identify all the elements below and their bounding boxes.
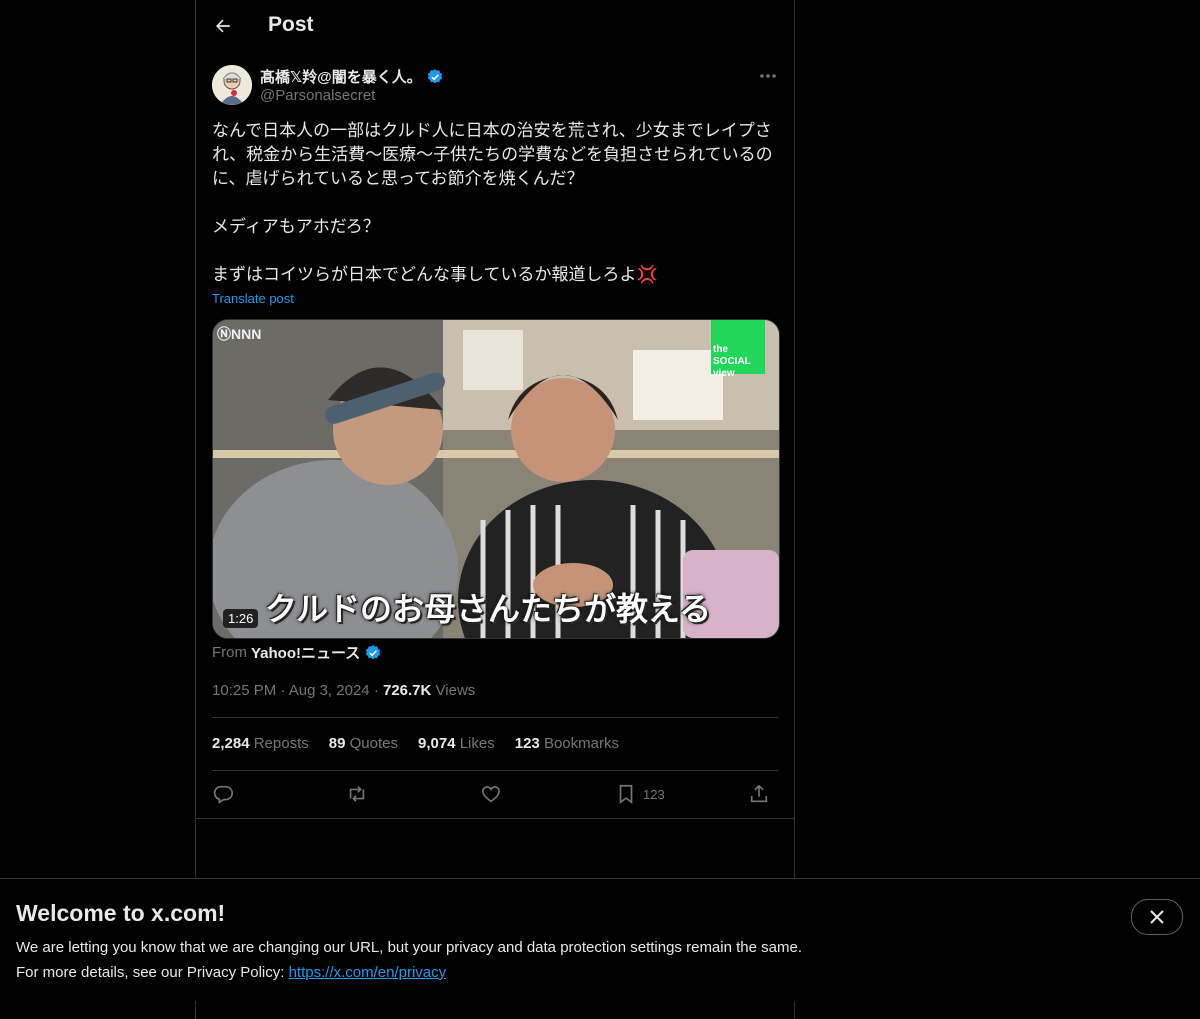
engagement-stats: 2,284 Reposts 89 Quotes 9,074 Likes 123 … — [212, 735, 619, 752]
views-label: Views — [435, 682, 476, 699]
news-logo: ⓃNNN — [217, 326, 262, 342]
bookmark-icon — [615, 783, 637, 805]
banner-line-2: For more details, see our Privacy Policy… — [16, 960, 802, 985]
translate-link[interactable]: Translate post — [212, 291, 294, 306]
like-icon[interactable] — [480, 781, 502, 807]
divider — [196, 818, 794, 819]
source-prefix: From — [212, 644, 247, 661]
quotes-stat[interactable]: 89 Quotes — [329, 735, 398, 752]
video-caption: クルドのお母さんたちが教える — [265, 591, 712, 627]
bookmark-button[interactable]: 123 — [615, 781, 665, 807]
post-date[interactable]: Aug 3, 2024 — [289, 682, 370, 699]
likes-stat[interactable]: 9,074 Likes — [418, 735, 495, 752]
welcome-banner: Welcome to x.com! We are letting you kno… — [0, 878, 1200, 1001]
bookmarks-stat[interactable]: 123 Bookmarks — [515, 735, 619, 752]
post-meta: 10:25 PM · Aug 3, 2024 · 726.7K Views — [212, 682, 475, 699]
back-arrow-icon[interactable] — [206, 9, 240, 43]
share-icon[interactable] — [748, 781, 770, 807]
post-time[interactable]: 10:25 PM — [212, 682, 276, 699]
author-handle[interactable]: @Parsonalsecret — [260, 87, 375, 104]
divider — [212, 717, 778, 718]
corner-badge: the SOCIAL view — [711, 320, 765, 379]
source-name[interactable]: Yahoo!ニュース — [251, 642, 360, 663]
post-column: Post 髙橋𝕏羚@闇を暴く人。 @Parsonalsecret なんで日本人の… — [195, 0, 795, 1019]
reposts-stat[interactable]: 2,284 Reposts — [212, 735, 309, 752]
action-bar: 123 — [212, 781, 778, 807]
verified-badge-icon — [364, 644, 382, 662]
avatar[interactable] — [212, 65, 252, 105]
close-icon[interactable] — [1131, 899, 1183, 935]
video-duration: 1:26 — [223, 609, 259, 628]
page-title: Post — [268, 13, 314, 36]
bookmark-count: 123 — [643, 786, 665, 802]
repost-icon[interactable] — [346, 781, 368, 807]
author-name[interactable]: 髙橋𝕏羚@闇を暴く人。 — [260, 66, 444, 87]
video-media[interactable]: ⓃNNN the SOCIAL view 1:26 クルドのお母さんたちが教える — [212, 319, 780, 639]
meta-separator: · — [280, 682, 286, 699]
verified-badge-icon — [426, 68, 444, 86]
meta-separator: · — [373, 682, 379, 699]
divider — [212, 770, 778, 771]
reply-icon[interactable] — [212, 781, 234, 807]
header: Post — [196, 0, 794, 53]
privacy-policy-link[interactable]: https://x.com/en/privacy — [289, 964, 447, 981]
banner-line-2-prefix: For more details, see our Privacy Policy… — [16, 964, 289, 981]
banner-title: Welcome to x.com! — [16, 900, 226, 926]
views-count: 726.7K — [382, 682, 432, 699]
post-text: なんで日本人の一部はクルド人に日本の治安を荒され、少女までレイプされ、税金から生… — [212, 121, 773, 284]
banner-line-1: We are letting you know that we are chan… — [16, 939, 802, 956]
more-icon[interactable] — [756, 64, 780, 88]
source-line: From Yahoo!ニュース — [212, 642, 382, 663]
author-display-name: 髙橋𝕏羚@闇を暴く人。 — [260, 69, 422, 86]
banner-text: We are letting you know that we are chan… — [16, 935, 802, 985]
